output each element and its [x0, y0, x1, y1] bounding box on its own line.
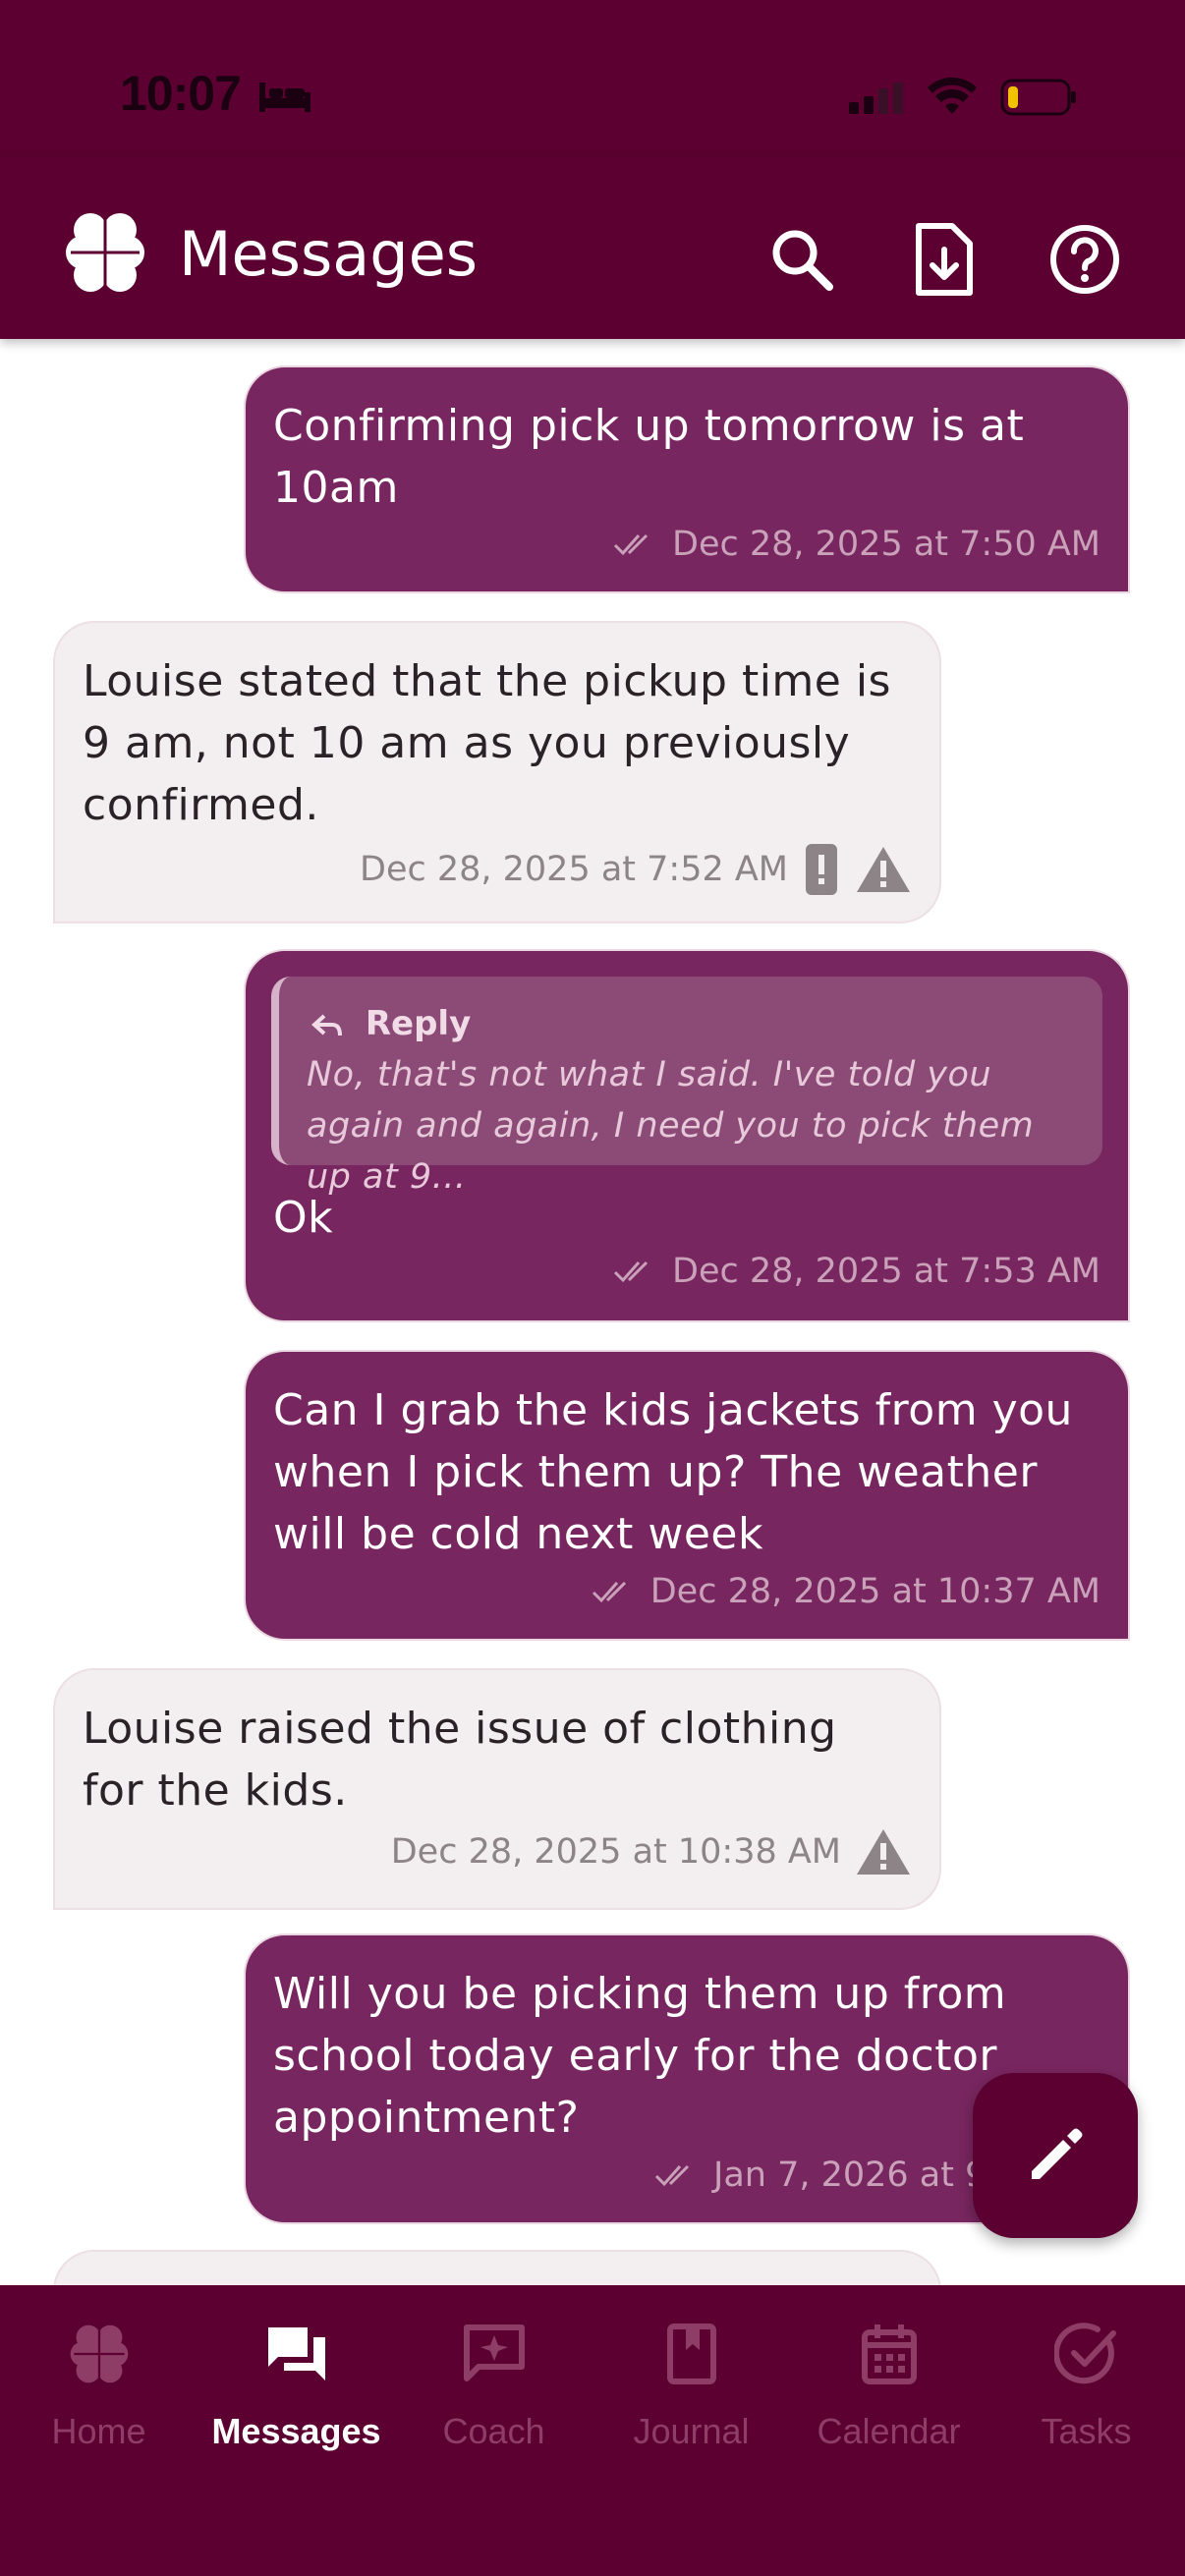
- nav-item-coach[interactable]: Coach: [395, 2285, 592, 2576]
- read-receipt-icon: [613, 533, 649, 556]
- nav-item-messages[interactable]: Messages: [198, 2285, 395, 2576]
- wifi-icon: [928, 77, 977, 114]
- message-text: Can I grab the kids jackets from you whe…: [273, 1385, 1073, 1559]
- search-button[interactable]: [753, 210, 851, 308]
- journal-icon: [666, 2324, 716, 2384]
- message-text: Louise raised the issue of clothing for …: [83, 1704, 837, 1816]
- app-bar: [0, 157, 1185, 339]
- calendar-icon: [861, 2324, 917, 2384]
- nav-label: Home: [51, 2411, 146, 2451]
- message-text: Ok: [273, 1193, 334, 1243]
- check-circle-icon: [1053, 2323, 1116, 2384]
- nav-item-journal[interactable]: Journal: [592, 2285, 790, 2576]
- message-bubble-outgoing[interactable]: Can I grab the kids jackets from you whe…: [244, 1350, 1130, 1641]
- nav-label: Coach: [442, 2411, 545, 2451]
- page-title: Messages: [179, 218, 479, 290]
- compose-button[interactable]: [973, 2073, 1138, 2238]
- message-timestamp: Dec 28, 2025 at 10:37 AM: [649, 1572, 1100, 1611]
- nav-label: Messages: [211, 2411, 381, 2451]
- help-icon: [1050, 225, 1119, 294]
- clover-icon: [70, 2324, 128, 2383]
- message-timestamp: Dec 28, 2025 at 7:52 AM: [360, 850, 788, 889]
- nav-label: Calendar: [817, 2411, 961, 2451]
- nav-item-calendar[interactable]: Calendar: [790, 2285, 988, 2576]
- warning-icon[interactable]: [855, 1827, 912, 1876]
- chat-bubbles-icon: [267, 2327, 325, 2380]
- report-icon[interactable]: [802, 841, 841, 898]
- reply-quote-text: No, that's not what I said. I've told yo…: [307, 1055, 1035, 1197]
- reply-label: Reply: [365, 1004, 472, 1043]
- export-document-icon: [916, 223, 973, 296]
- bottom-nav: Home Messages Coach Journal Calendar Tas…: [0, 2285, 1185, 2576]
- nav-item-tasks[interactable]: Tasks: [988, 2285, 1185, 2576]
- message-text: Confirming pick up tomorrow is at 10am: [273, 401, 1025, 513]
- message-text: Will you be picking them up from school …: [273, 1969, 1007, 2143]
- clover-logo-icon: [66, 213, 144, 292]
- cellular-signal-icon: [849, 83, 903, 114]
- coach-sparkle-icon: [463, 2324, 525, 2381]
- export-button[interactable]: [894, 210, 992, 308]
- message-timestamp: Jan 7, 2026 at 9: [713, 2156, 988, 2195]
- search-icon: [772, 230, 833, 291]
- message-timestamp: Dec 28, 2025 at 7:50 AM: [672, 525, 1100, 564]
- help-button[interactable]: [1036, 210, 1134, 308]
- bed-icon: [259, 83, 310, 112]
- message-bubble-incoming[interactable]: Louise raised the issue of clothing for …: [53, 1668, 941, 1910]
- reply-quote[interactable]: Reply No, that's not what I said. I've t…: [271, 977, 1102, 1197]
- read-receipt-icon: [592, 1581, 626, 1603]
- message-timestamp: Dec 28, 2025 at 7:53 AM: [672, 1252, 1100, 1291]
- pencil-icon: [1032, 2128, 1083, 2179]
- message-text: Louise stated that the pickup time is 9 …: [83, 656, 891, 830]
- warning-icon[interactable]: [855, 845, 912, 894]
- nav-label: Tasks: [1041, 2411, 1132, 2451]
- status-time: 10:07: [120, 66, 242, 121]
- battery-icon: [1000, 79, 1076, 116]
- message-timestamp: Dec 28, 2025 at 10:38 AM: [390, 1832, 841, 1872]
- reply-arrow-icon: [311, 1014, 342, 1036]
- message-bubble-incoming[interactable]: Louise stated that the pickup time is 9 …: [53, 621, 941, 924]
- message-bubble-outgoing[interactable]: Reply No, that's not what I said. I've t…: [244, 949, 1130, 1322]
- message-bubble-outgoing[interactable]: Confirming pick up tomorrow is at 10am D…: [244, 365, 1130, 593]
- read-receipt-icon: [654, 2164, 690, 2187]
- nav-item-home[interactable]: Home: [0, 2285, 198, 2576]
- nav-label: Journal: [633, 2411, 750, 2451]
- read-receipt-icon: [613, 1260, 649, 1283]
